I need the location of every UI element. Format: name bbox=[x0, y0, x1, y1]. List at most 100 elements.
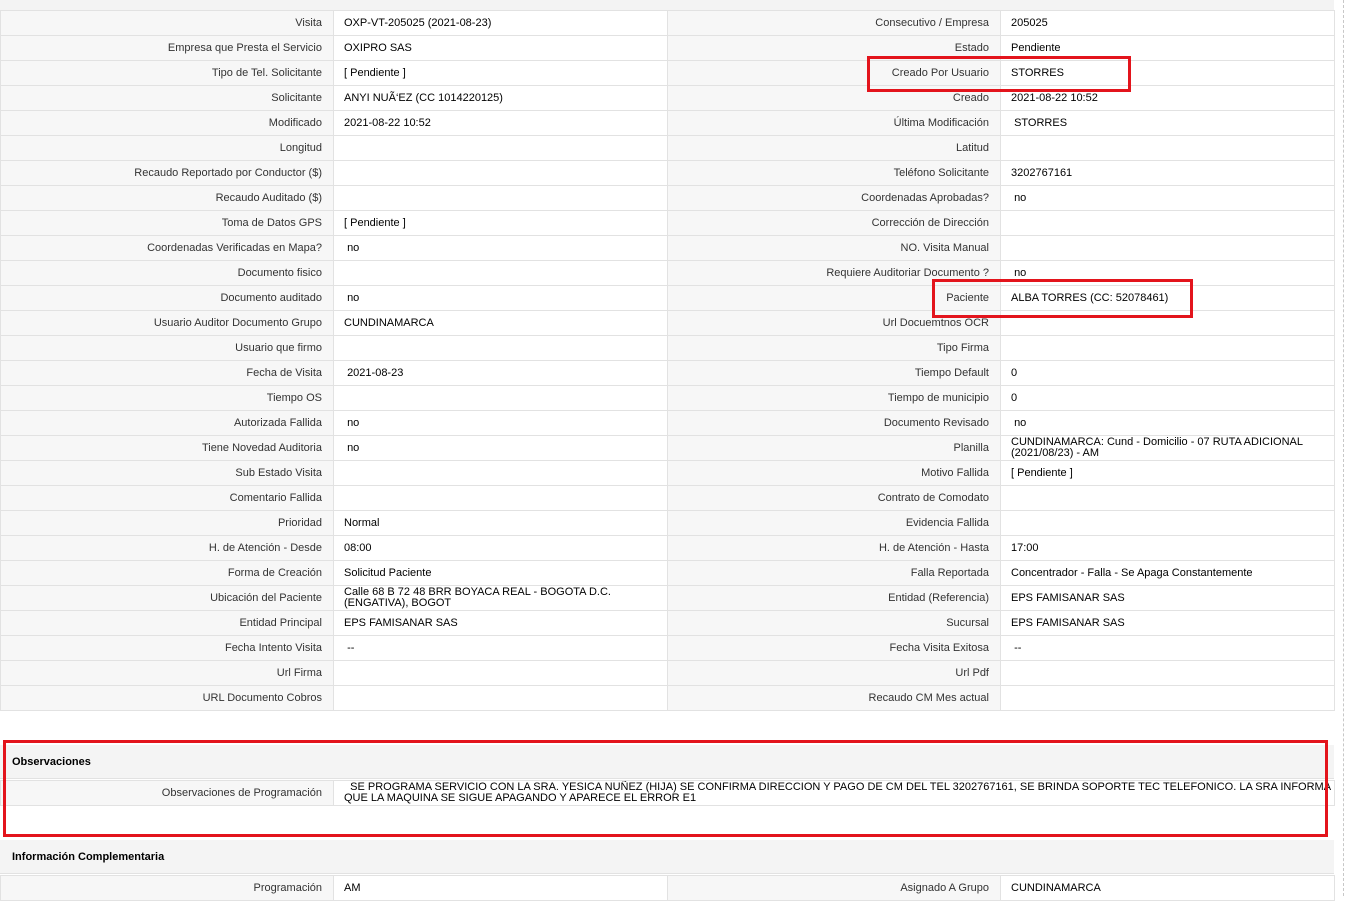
field-label: Recaudo Reportado por Conductor ($) bbox=[0, 160, 334, 186]
field-value bbox=[1000, 660, 1335, 686]
field-label: Prioridad bbox=[0, 510, 334, 536]
field-label: Tiene Novedad Auditoria bbox=[0, 435, 334, 461]
field-value: CUNDINAMARCA: Cund - Domicilio - 07 RUTA… bbox=[1000, 435, 1335, 461]
field-label: Comentario Fallida bbox=[0, 485, 334, 511]
field-value: no bbox=[1000, 185, 1335, 211]
field-value: CUNDINAMARCA bbox=[333, 310, 668, 336]
field-value: ANYI NUÃ‘EZ (CC 1014220125) bbox=[333, 85, 668, 111]
field-label: Documento Revisado bbox=[667, 410, 1001, 436]
programacion-value: AM bbox=[333, 875, 668, 901]
field-label: Modificado bbox=[0, 110, 334, 136]
field-value bbox=[333, 685, 668, 711]
field-label: Coordenadas Verificadas en Mapa? bbox=[0, 235, 334, 261]
field-label: Url Pdf bbox=[667, 660, 1001, 686]
field-label: Corrección de Dirección bbox=[667, 210, 1001, 236]
detail-row: Ubicación del Paciente Calle 68 B 72 48 B… bbox=[0, 585, 1335, 611]
detail-row: Url Firma Url Pdf bbox=[0, 660, 1335, 686]
field-value bbox=[333, 485, 668, 511]
field-value: 2021-08-23 bbox=[333, 360, 668, 386]
field-value: [ Pendiente ] bbox=[1000, 460, 1335, 486]
informacion-complementaria-header: Información Complementaria bbox=[0, 840, 1334, 874]
detail-row: Autorizada Fallida no Documento Revisado … bbox=[0, 410, 1335, 436]
field-label: Tipo Firma bbox=[667, 335, 1001, 361]
highlight-paciente bbox=[932, 279, 1193, 318]
highlight-creado-por-usuario bbox=[867, 56, 1131, 92]
field-value bbox=[333, 260, 668, 286]
field-label: Sub Estado Visita bbox=[0, 460, 334, 486]
field-value bbox=[1000, 485, 1335, 511]
field-label: Forma de Creación bbox=[0, 560, 334, 586]
field-label: Documento auditado bbox=[0, 285, 334, 311]
field-label: Tiempo OS bbox=[0, 385, 334, 411]
field-label: Ubicación del Paciente bbox=[0, 585, 334, 611]
field-label: Empresa que Presta el Servicio bbox=[0, 35, 334, 61]
detail-row: Fecha de Visita 2021-08-23 Tiempo Default… bbox=[0, 360, 1335, 386]
field-value bbox=[1000, 235, 1335, 261]
detail-row: Prioridad Normal Evidencia Fallida bbox=[0, 510, 1335, 536]
field-value: Concentrador - Falla - Se Apaga Constant… bbox=[1000, 560, 1335, 586]
field-label: Motivo Fallida bbox=[667, 460, 1001, 486]
field-value: OXIPRO SAS bbox=[333, 35, 668, 61]
detail-row: Modificado 2021-08-22 10:52 Última Modific… bbox=[0, 110, 1335, 136]
field-label: Longitud bbox=[0, 135, 334, 161]
field-value: no bbox=[333, 285, 668, 311]
field-label: Entidad (Referencia) bbox=[667, 585, 1001, 611]
field-label: Falla Reportada bbox=[667, 560, 1001, 586]
field-value: EPS FAMISANAR SAS bbox=[1000, 610, 1335, 636]
asignado-grupo-value: CUNDINAMARCA bbox=[1000, 875, 1335, 901]
field-label: Entidad Principal bbox=[0, 610, 334, 636]
detail-row: Usuario que firmo Tipo Firma bbox=[0, 335, 1335, 361]
field-value bbox=[1000, 335, 1335, 361]
programacion-label: Programación bbox=[0, 875, 334, 901]
field-value: 3202767161 bbox=[1000, 160, 1335, 186]
field-label: Evidencia Fallida bbox=[667, 510, 1001, 536]
field-value: EPS FAMISANAR SAS bbox=[1000, 585, 1335, 611]
field-label: Url Firma bbox=[0, 660, 334, 686]
field-value: 08:00 bbox=[333, 535, 668, 561]
detail-row: Entidad Principal EPS FAMISANAR SAS Sucurs… bbox=[0, 610, 1335, 636]
detail-row: Tiempo OS Tiempo de municipio 0 bbox=[0, 385, 1335, 411]
detail-row: H. de Atención - Desde 08:00 H. de Atenció… bbox=[0, 535, 1335, 561]
field-label: Planilla bbox=[667, 435, 1001, 461]
field-value bbox=[333, 135, 668, 161]
detail-row: Sub Estado Visita Motivo Fallida[ Pendien… bbox=[0, 460, 1335, 486]
detail-row: Coordenadas Verificadas en Mapa? no NO. V… bbox=[0, 235, 1335, 261]
field-label: Documento fisico bbox=[0, 260, 334, 286]
field-label: Tiempo Default bbox=[667, 360, 1001, 386]
field-label: Recaudo Auditado ($) bbox=[0, 185, 334, 211]
field-label: Latitud bbox=[667, 135, 1001, 161]
detail-row: Toma de Datos GPS[ Pendiente ] Corrección… bbox=[0, 210, 1335, 236]
field-value: -- bbox=[333, 635, 668, 661]
field-label: Solicitante bbox=[0, 85, 334, 111]
field-label: NO. Visita Manual bbox=[667, 235, 1001, 261]
field-value: 0 bbox=[1000, 360, 1335, 386]
field-value: Normal bbox=[333, 510, 668, 536]
field-value: no bbox=[1000, 410, 1335, 436]
field-label: Contrato de Comodato bbox=[667, 485, 1001, 511]
detail-row: Recaudo Auditado ($) Coordenadas Aprobada… bbox=[0, 185, 1335, 211]
field-value bbox=[333, 185, 668, 211]
field-value: 0 bbox=[1000, 385, 1335, 411]
field-value: 205025 bbox=[1000, 10, 1335, 36]
field-value bbox=[1000, 510, 1335, 536]
field-value: [ Pendiente ] bbox=[333, 60, 668, 86]
field-label: Usuario que firmo bbox=[0, 335, 334, 361]
field-label: H. de Atención - Hasta bbox=[667, 535, 1001, 561]
field-label: Autorizada Fallida bbox=[0, 410, 334, 436]
field-value bbox=[1000, 685, 1335, 711]
detail-row: Forma de Creación Solicitud Paciente Falla… bbox=[0, 560, 1335, 586]
field-value: STORRES bbox=[1000, 110, 1335, 136]
field-value: no bbox=[333, 435, 668, 461]
scroll-guide bbox=[1343, 0, 1344, 896]
field-value: no bbox=[333, 235, 668, 261]
field-label: Usuario Auditor Documento Grupo bbox=[0, 310, 334, 336]
field-label: Consecutivo / Empresa bbox=[667, 10, 1001, 36]
field-label: Coordenadas Aprobadas? bbox=[667, 185, 1001, 211]
detail-row: Comentario Fallida Contrato de Comodato bbox=[0, 485, 1335, 511]
detail-row: Solicitante ANYI NUÃ‘EZ (CC 1014220125) Cr… bbox=[0, 85, 1335, 111]
visit-detail-table: Visita OXP-VT-205025 (2021-08-23) Consecut… bbox=[0, 10, 1335, 711]
field-value: 2021-08-22 10:52 bbox=[333, 110, 668, 136]
highlight-observaciones bbox=[3, 740, 1328, 837]
field-label: Fecha de Visita bbox=[0, 360, 334, 386]
field-value bbox=[333, 160, 668, 186]
